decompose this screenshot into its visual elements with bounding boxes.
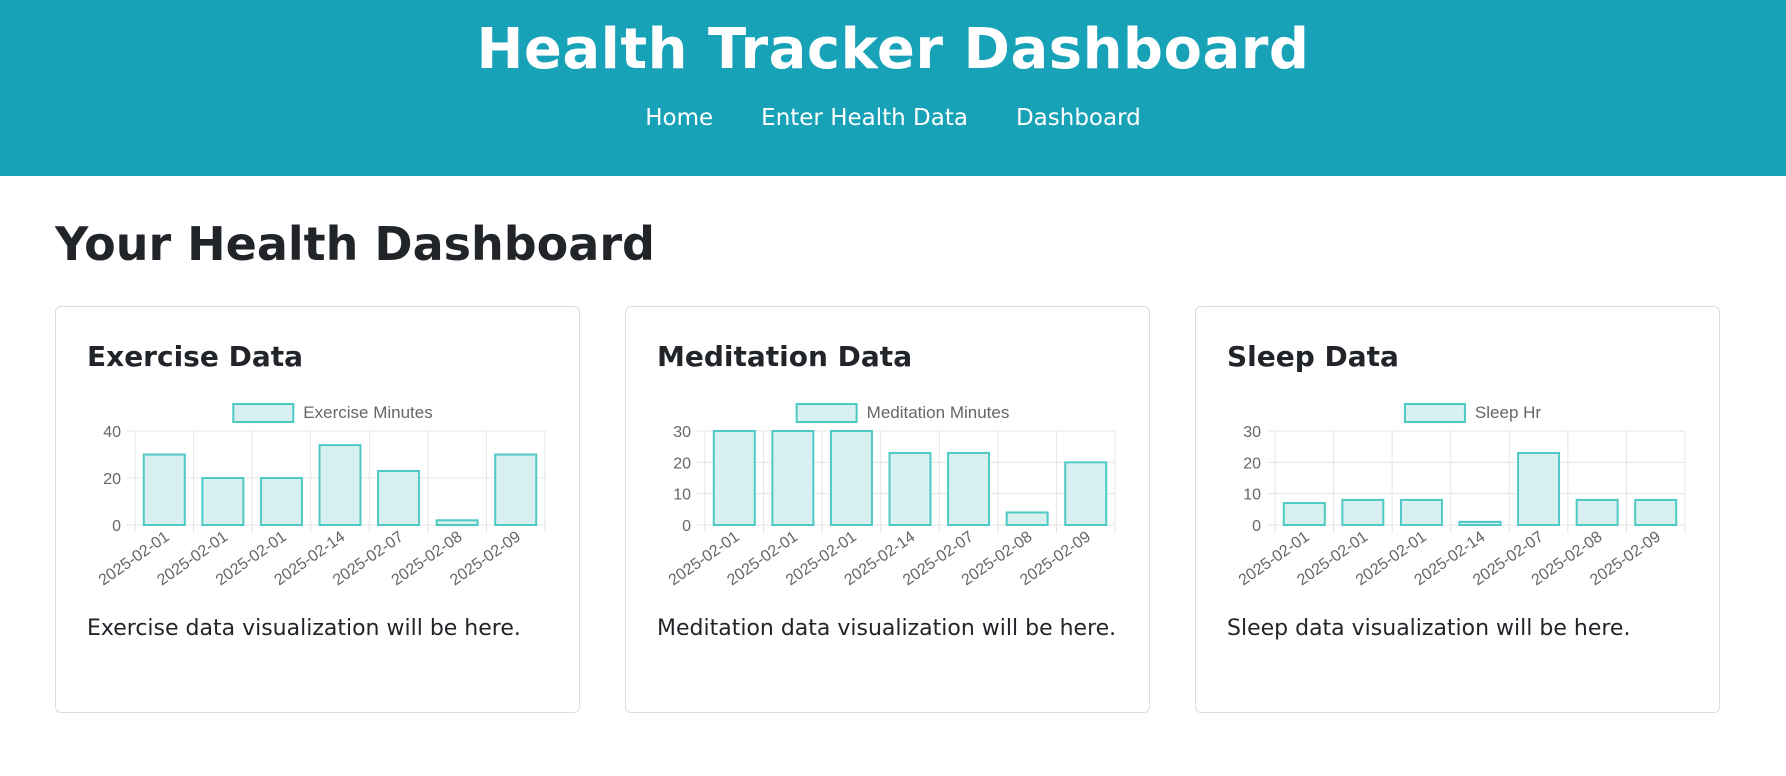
- nav-enter-health-data-link[interactable]: Enter Health Data: [761, 102, 968, 134]
- page-title: Your Health Dashboard: [55, 217, 655, 271]
- chart-bar: [1341, 498, 1385, 526]
- y-tick-label: 0: [1252, 518, 1261, 535]
- chart-bar: [377, 469, 421, 526]
- chart-legend: Meditation Minutes: [795, 403, 1010, 423]
- exercise-card: Exercise Data Exercise Minutes 0 20 40 2025-…: [55, 306, 580, 713]
- y-tick-label: 20: [103, 471, 121, 488]
- card-description: Meditation data visualization will be he…: [657, 616, 1117, 641]
- y-tick-label: 20: [673, 455, 691, 472]
- chart-bar: [1458, 520, 1502, 527]
- chart-bar: [494, 453, 538, 526]
- meditation-card: Meditation Data Meditation Minutes 0 10 20 3…: [625, 306, 1150, 713]
- chart-bar: [1575, 498, 1619, 526]
- chart-bar: [1517, 451, 1561, 526]
- legend-swatch: [795, 403, 858, 423]
- site-title: Health Tracker Dashboard: [476, 17, 1310, 82]
- y-tick-label: 0: [112, 518, 121, 535]
- card-title: Meditation Data: [657, 340, 913, 373]
- chart-bar: [435, 519, 479, 527]
- site-header: Health Tracker Dashboard Home Enter Heal…: [0, 0, 1786, 176]
- chart-bar: [1005, 511, 1049, 526]
- y-tick-label: 0: [682, 518, 691, 535]
- main-nav: Home Enter Health Data Dashboard: [0, 102, 1786, 134]
- y-tick-label: 40: [103, 424, 121, 441]
- chart-bar: [1399, 498, 1443, 526]
- y-tick-label: 20: [1243, 455, 1261, 472]
- chart-bar: [829, 430, 873, 526]
- chart-bar: [1634, 498, 1678, 526]
- chart-bar: [259, 477, 303, 526]
- chart-bar: [771, 430, 815, 526]
- chart-bar: [318, 444, 362, 526]
- nav-dashboard-link[interactable]: Dashboard: [1016, 102, 1141, 134]
- card-title: Sleep Data: [1227, 340, 1399, 373]
- sleep-card: Sleep Data Sleep Hr 0 10 20 30 2025-02-01 2025…: [1195, 306, 1720, 713]
- card-title: Exercise Data: [87, 340, 304, 373]
- chart-bar: [1282, 502, 1326, 526]
- chart-bar: [712, 430, 756, 526]
- y-tick-label: 30: [673, 424, 691, 441]
- legend-label: Sleep Hr: [1475, 403, 1541, 422]
- main-content: Your Health Dashboard Exercise Data Exer…: [0, 216, 1786, 713]
- chart-bar: [201, 477, 245, 526]
- chart-bar: [1064, 461, 1108, 527]
- legend-label: Meditation Minutes: [867, 403, 1010, 422]
- sleep-chart: Sleep Hr01020302025-02-012025-02-012025-…: [1236, 403, 1686, 589]
- chart-legend: Sleep Hr: [1403, 403, 1541, 423]
- y-tick-label: 10: [673, 487, 691, 504]
- y-tick-label: 10: [1243, 487, 1261, 504]
- card-description: Exercise data visualization will be here…: [87, 616, 521, 641]
- legend-label: Exercise Minutes: [303, 403, 432, 422]
- chart-bar: [888, 451, 932, 526]
- chart-bar: [142, 453, 186, 526]
- nav-home-link[interactable]: Home: [645, 102, 713, 134]
- exercise-chart: Exercise Minutes020402025-02-012025-02-0…: [96, 403, 546, 589]
- card-description: Sleep data visualization will be here.: [1227, 616, 1631, 641]
- meditation-chart: Meditation Minutes01020302025-02-012025-…: [666, 403, 1116, 589]
- chart-legend: Exercise Minutes: [232, 403, 433, 423]
- legend-swatch: [232, 403, 295, 423]
- chart-bar: [947, 451, 991, 526]
- legend-swatch: [1403, 403, 1466, 423]
- card-grid: Exercise Data Exercise Minutes 0 20 40 2025-…: [55, 306, 1731, 713]
- y-tick-label: 30: [1243, 424, 1261, 441]
